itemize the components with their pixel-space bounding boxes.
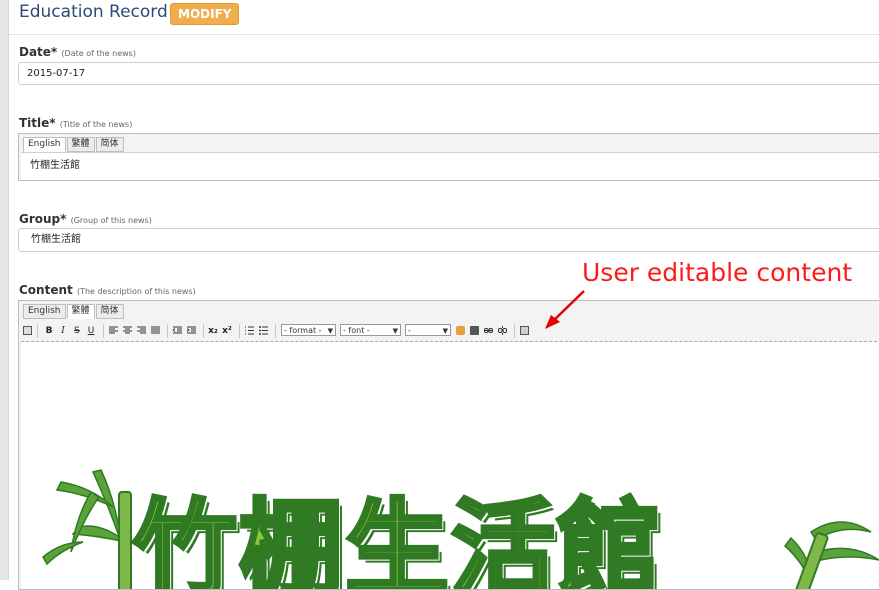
chevron-down-icon: ▼ <box>392 327 398 335</box>
title-multilang-field: English 繁體 简体 竹棚生活館 <box>18 133 879 181</box>
indent-icon[interactable] <box>187 326 196 335</box>
italic-button[interactable]: I <box>57 324 69 338</box>
date-label: Date* (Date of the news) <box>19 45 136 59</box>
toolbar-separator <box>275 324 276 338</box>
header-divider <box>8 34 879 35</box>
title-tab-english[interactable]: English <box>23 137 66 152</box>
align-center-icon[interactable] <box>123 326 132 335</box>
format-select-value: - format - <box>284 326 322 335</box>
group-label: Group* (Group of this news) <box>19 212 152 226</box>
page-title: Education Record <box>19 2 168 22</box>
toolbar-separator <box>37 324 38 338</box>
font-select[interactable]: - font - ▼ <box>340 324 401 336</box>
toolbar-separator <box>103 324 104 338</box>
bold-button[interactable]: B <box>43 324 55 338</box>
date-label-text: Date* <box>19 45 58 59</box>
align-justify-icon[interactable] <box>151 326 160 335</box>
group-input[interactable]: 竹棚生活館 <box>18 228 879 252</box>
source-code-icon[interactable] <box>23 326 32 335</box>
outdent-icon[interactable] <box>173 326 182 335</box>
content-language-tabs: English 繁體 简体 <box>23 304 125 319</box>
format-select[interactable]: - format - ▼ <box>281 324 336 336</box>
ordered-list-icon[interactable] <box>245 326 254 335</box>
toolbar-separator <box>167 324 168 338</box>
size-select[interactable]: - ▼ <box>405 324 451 336</box>
title-language-tabs: English 繁體 简体 <box>23 137 125 152</box>
left-sidebar-edge <box>0 0 9 580</box>
content-hint: (The description of this news) <box>76 287 196 296</box>
underline-button[interactable]: U <box>85 324 97 338</box>
insert-image-icon[interactable] <box>520 326 529 335</box>
banner-title-text: 竹棚生活館 <box>131 486 664 589</box>
align-right-icon[interactable] <box>137 326 146 335</box>
align-left-icon[interactable] <box>109 326 118 335</box>
chevron-down-icon: ▼ <box>327 327 333 335</box>
strikethrough-button[interactable]: S <box>71 324 83 338</box>
date-hint: (Date of the news) <box>61 49 136 58</box>
title-label: Title* (Title of the news) <box>19 116 132 130</box>
annotation-arrow-icon <box>545 290 585 329</box>
content-editor-area[interactable]: 竹棚生活館 <box>21 342 879 589</box>
title-tab-traditional[interactable]: 繁體 <box>66 137 95 152</box>
toolbar-separator <box>203 324 204 338</box>
content-editor-box: English 繁體 简体 B I S U x₂ x² - format - ▼ - … <box>18 300 879 590</box>
background-color-icon[interactable] <box>470 326 479 335</box>
content-label-text: Content <box>19 283 73 297</box>
title-tab-simplified[interactable]: 简体 <box>95 137 124 152</box>
size-select-value: - <box>408 326 411 335</box>
editor-toolbar: B I S U x₂ x² - format - ▼ - font - ▼ - ▼ <box>21 321 879 342</box>
toolbar-separator <box>239 324 240 338</box>
chevron-down-icon: ▼ <box>442 327 448 335</box>
superscript-button[interactable]: x² <box>221 324 233 338</box>
title-input[interactable]: 竹棚生活館 <box>21 152 879 180</box>
unordered-list-icon[interactable] <box>259 326 268 335</box>
date-input[interactable]: 2015-07-17 <box>18 62 879 85</box>
group-hint: (Group of this news) <box>70 216 152 225</box>
group-label-text: Group* <box>19 212 67 226</box>
content-tab-english[interactable]: English <box>23 304 66 319</box>
title-hint: (Title of the news) <box>59 120 133 129</box>
font-select-value: - font - <box>343 326 370 335</box>
subscript-button[interactable]: x₂ <box>207 324 219 338</box>
annotation-text: User editable content <box>582 258 853 287</box>
link-icon[interactable] <box>484 326 493 335</box>
unlink-icon[interactable] <box>498 326 507 335</box>
toolbar-separator <box>514 324 515 338</box>
modify-badge: MODIFY <box>170 3 240 25</box>
content-label: Content (The description of this news) <box>19 283 196 297</box>
text-color-icon[interactable] <box>456 326 465 335</box>
content-tab-traditional[interactable]: 繁體 <box>66 304 95 319</box>
title-label-text: Title* <box>19 116 56 130</box>
content-tab-simplified[interactable]: 简体 <box>95 304 124 319</box>
page-header: Education Record MODIFY <box>19 0 879 34</box>
